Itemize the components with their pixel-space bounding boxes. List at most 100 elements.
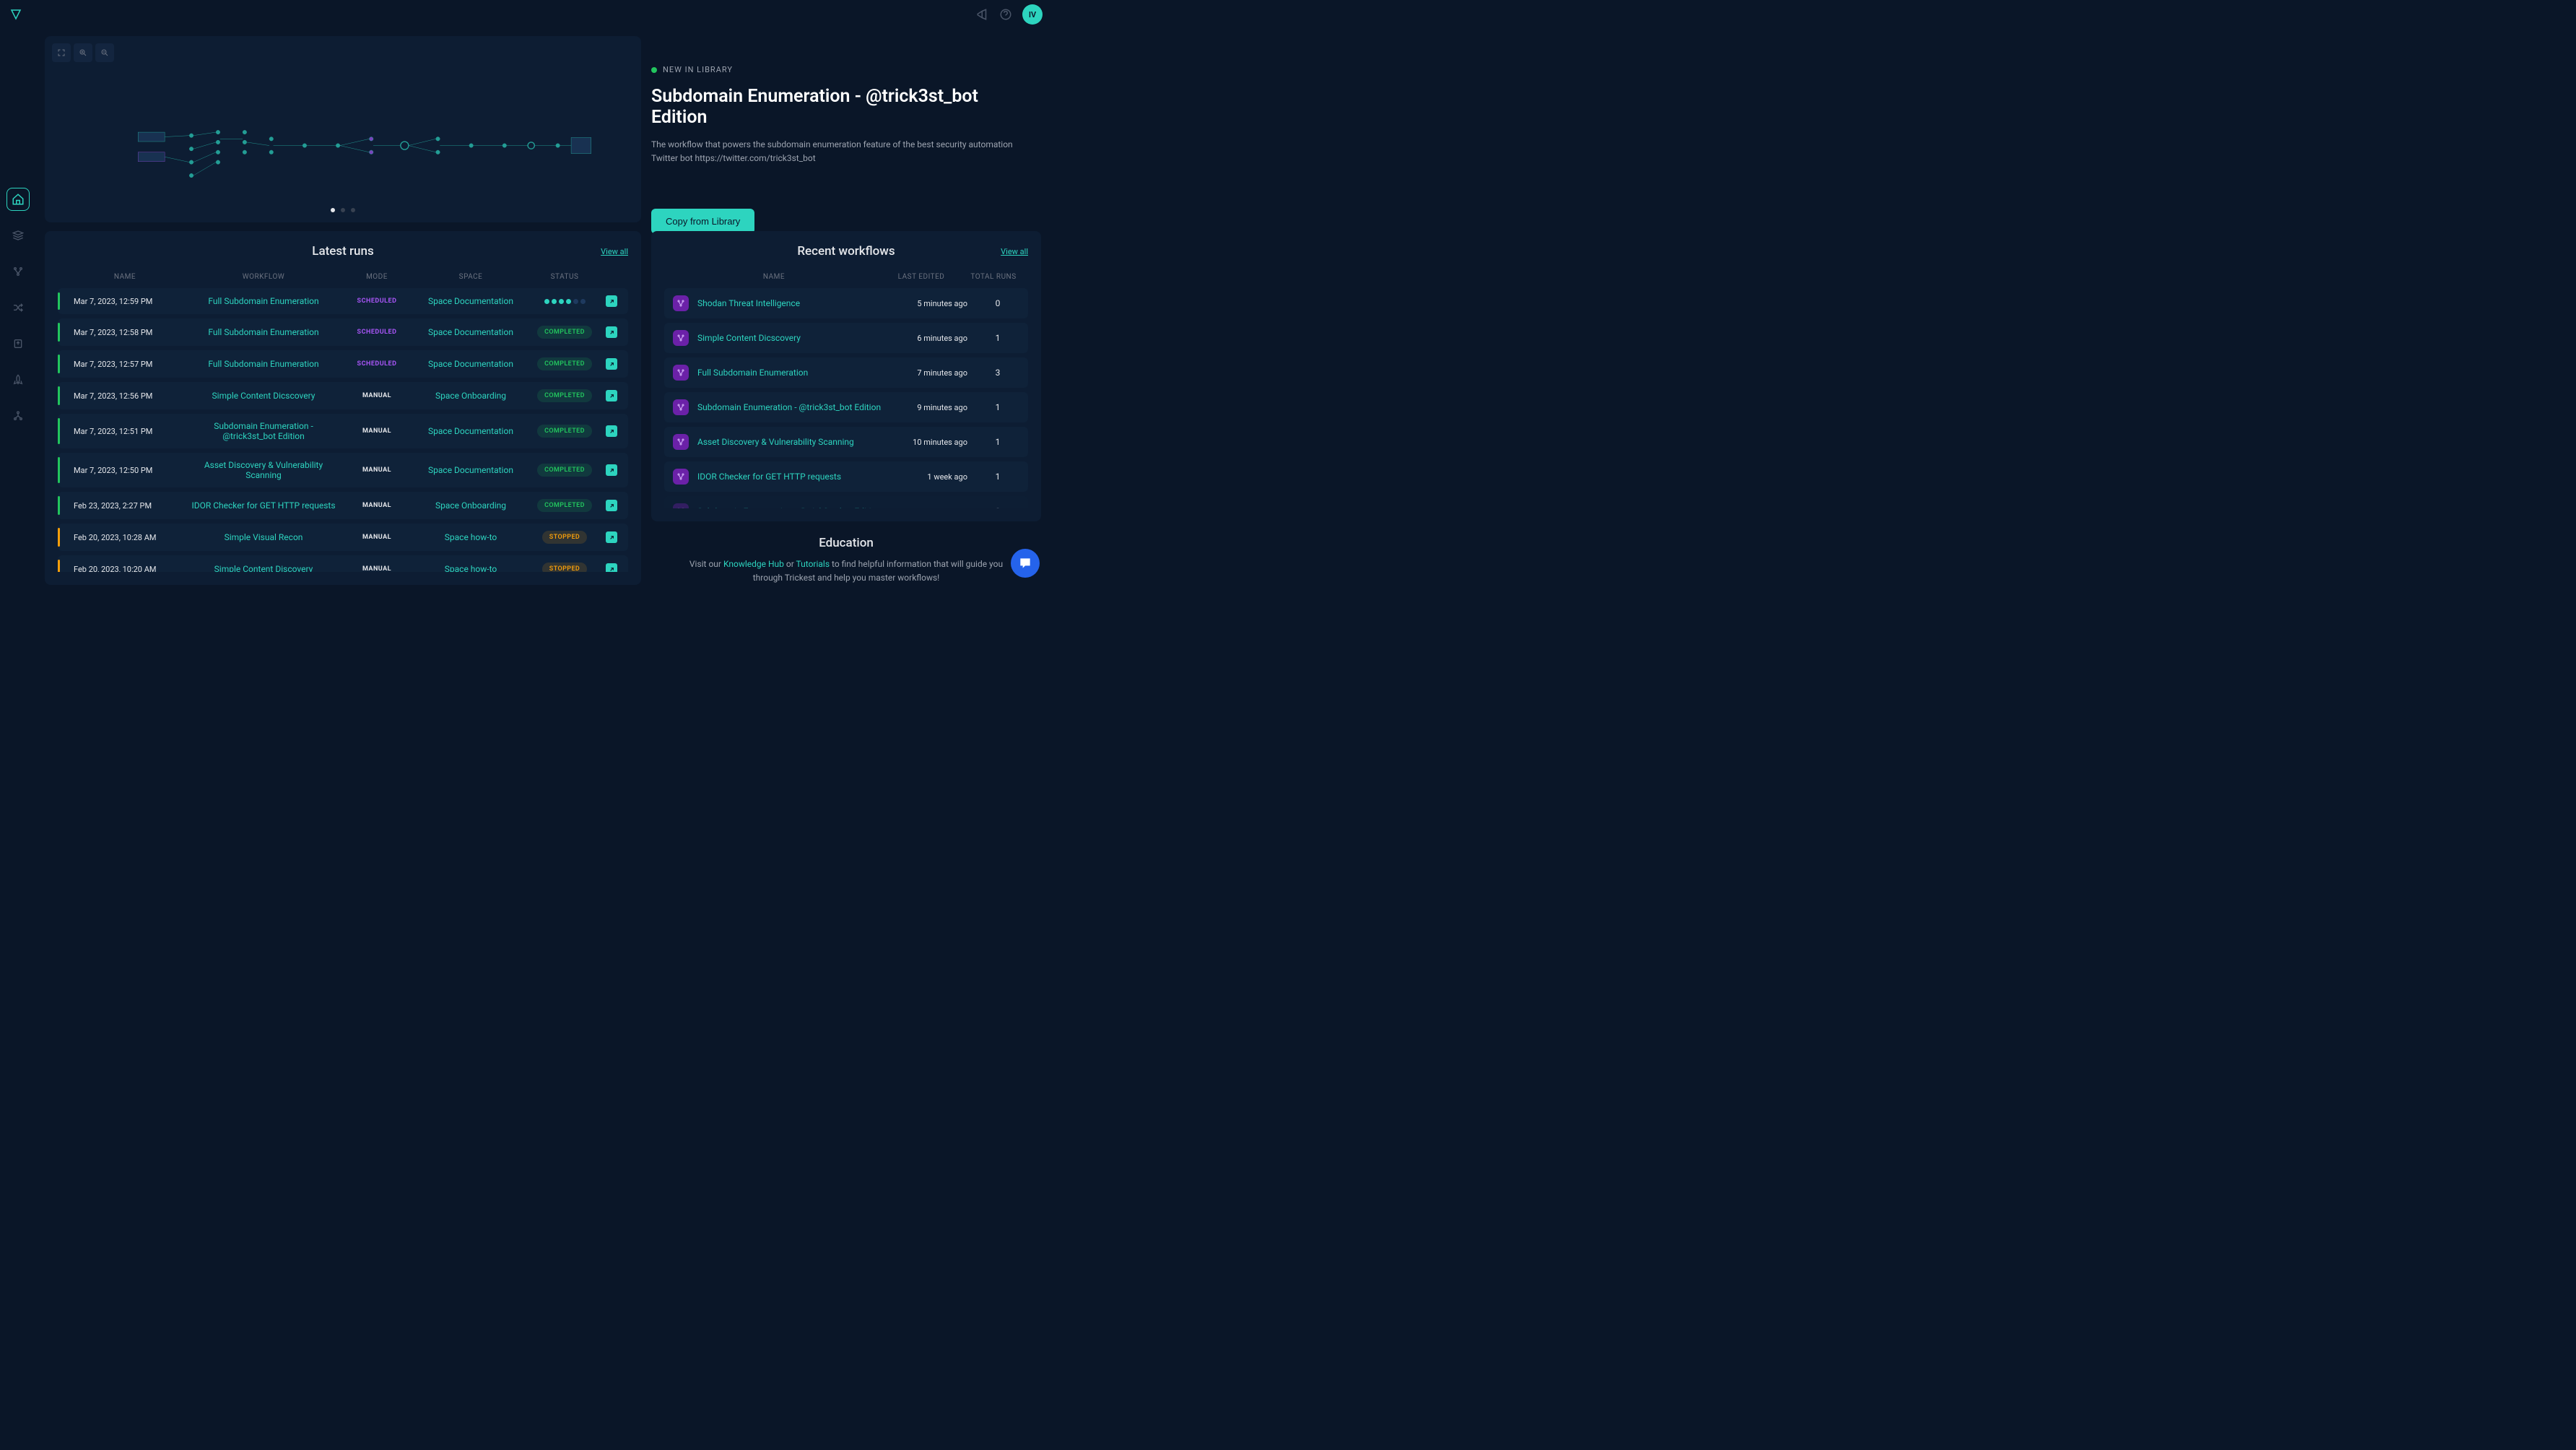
runs-table-header: NAME WORKFLOW MODE SPACE STATUS [58,269,628,285]
open-run-icon[interactable] [606,464,617,476]
workflow-total-runs: 0 [976,506,1019,508]
workflow-last-edited: 1 week ago [889,507,976,508]
workflow-total-runs: 0 [976,298,1019,308]
run-workflow-link[interactable]: Full Subdomain Enumeration [186,359,341,369]
run-space-link[interactable]: Space Documentation [413,327,528,337]
sidebar-spaces[interactable] [6,224,30,247]
table-row: Feb 20, 2023, 10:20 AMSimple Content Dis… [58,555,628,572]
status-badge: COMPLETED [537,389,592,402]
workflow-total-runs: 1 [976,402,1019,412]
open-run-icon[interactable] [606,358,617,370]
run-space-link[interactable]: Space Documentation [413,359,528,369]
sidebar-workflows[interactable] [6,260,30,283]
chat-bubble-icon[interactable] [1011,549,1040,578]
avatar[interactable]: IV [1022,4,1043,25]
status-badge: STOPPED [542,563,587,572]
zoom-out-icon[interactable] [95,43,114,62]
sidebar [0,29,36,589]
education-text: Visit our Knowledge Hub or Tutorials to … [680,557,1012,585]
workflow-total-runs: 1 [976,437,1019,447]
col-mode: MODE [341,273,413,281]
workflow-name-link[interactable]: Full Subdomain Enumeration [697,368,889,378]
status-badge: STOPPED [542,531,587,544]
run-space-link[interactable]: Space Documentation [413,465,528,475]
open-run-icon[interactable] [606,563,617,572]
table-row: Mar 7, 2023, 12:51 PMSubdomain Enumerati… [58,414,628,448]
open-run-icon[interactable] [606,500,617,511]
workflow-name-link[interactable]: IDOR Checker for GET HTTP requests [697,472,889,482]
carousel-dot-1[interactable] [331,208,335,212]
workflow-icon [673,330,689,346]
row-stripe [58,496,60,515]
run-mode: MANUAL [341,427,413,435]
workflow-last-edited: 1 week ago [889,472,976,482]
run-space-link[interactable]: Space Onboarding [413,500,528,511]
knowledge-hub-link[interactable]: Knowledge Hub [723,559,784,569]
open-run-icon[interactable] [606,425,617,437]
fullscreen-icon[interactable] [52,43,71,62]
run-workflow-link[interactable]: Full Subdomain Enumeration [186,327,341,337]
workflow-icon [673,365,689,381]
col-name: NAME [64,273,186,281]
run-mode: MANUAL [341,534,413,541]
table-row: Mar 7, 2023, 12:58 PMFull Subdomain Enum… [58,318,628,346]
sidebar-export[interactable] [6,332,30,355]
workflow-name-link[interactable]: Asset Discovery & Vulnerability Scanning [697,437,889,447]
latest-runs-view-all[interactable]: View all [601,247,628,256]
workflow-icon [673,434,689,450]
workflow-name-link[interactable]: Subdomain Enumeration - @trick3st_bot Ed… [697,506,889,508]
run-workflow-link[interactable]: Simple Content Dicscovery [186,391,341,401]
recent-workflows-view-all[interactable]: View all [1001,247,1028,256]
wf-col-name: NAME [670,273,878,281]
sidebar-launch[interactable] [6,368,30,391]
new-badge: NEW IN LIBRARY [651,65,1027,74]
workflow-icon [673,503,689,508]
run-workflow-link[interactable]: Subdomain Enumeration - @trick3st_bot Ed… [186,421,341,441]
run-workflow-link[interactable]: Simple Content Discovery [186,564,341,572]
open-run-icon[interactable] [606,295,617,307]
zoom-in-icon[interactable] [74,43,92,62]
table-row: Asset Discovery & Vulnerability Scanning… [664,427,1028,457]
education-section: Education Visit our Knowledge Hub or Tut… [651,530,1041,585]
topbar: IV [0,0,1051,29]
run-time: Mar 7, 2023, 12:58 PM [64,328,186,337]
workflow-name-link[interactable]: Shodan Threat Intelligence [697,298,889,308]
latest-runs-panel: Latest runs View all NAME WORKFLOW MODE … [45,231,641,585]
tutorials-link[interactable]: Tutorials [796,559,830,569]
run-workflow-link[interactable]: Full Subdomain Enumeration [186,296,341,306]
sidebar-shuffle[interactable] [6,296,30,319]
workflow-last-edited: 5 minutes ago [889,299,976,308]
app-logo[interactable] [9,7,23,22]
run-space-link[interactable]: Space Onboarding [413,391,528,401]
run-space-link[interactable]: Space Documentation [413,296,528,306]
run-space-link[interactable]: Space how-to [413,532,528,542]
hero-info: NEW IN LIBRARY Subdomain Enumeration - @… [651,36,1041,222]
sidebar-nodes[interactable] [6,404,30,427]
run-workflow-link[interactable]: IDOR Checker for GET HTTP requests [186,500,341,511]
announcement-icon[interactable] [976,8,989,21]
table-row: Mar 7, 2023, 12:56 PMSimple Content Dics… [58,382,628,409]
runs-table-body: Mar 7, 2023, 12:59 PMFull Subdomain Enum… [58,288,628,572]
table-row: Feb 20, 2023, 10:28 AMSimple Visual Reco… [58,524,628,551]
run-space-link[interactable]: Space how-to [413,564,528,572]
col-space: SPACE [413,273,528,281]
open-run-icon[interactable] [606,326,617,338]
workflows-table-header: NAME LAST EDITED TOTAL RUNS [664,269,1028,285]
workflow-icon [673,469,689,485]
run-space-link[interactable]: Space Documentation [413,426,528,436]
workflow-preview [45,36,641,222]
open-run-icon[interactable] [606,390,617,401]
table-row: Mar 7, 2023, 12:57 PMFull Subdomain Enum… [58,350,628,378]
sidebar-home[interactable] [6,188,30,211]
workflow-name-link[interactable]: Subdomain Enumeration - @trick3st_bot Ed… [697,402,889,412]
open-run-icon[interactable] [606,531,617,543]
run-workflow-link[interactable]: Asset Discovery & Vulnerability Scanning [186,460,341,480]
run-time: Mar 7, 2023, 12:56 PM [64,391,186,401]
carousel-dot-3[interactable] [351,208,355,212]
run-workflow-link[interactable]: Simple Visual Recon [186,532,341,542]
workflow-icon [673,399,689,415]
recent-workflows-title: Recent workflows [664,244,1028,259]
workflow-name-link[interactable]: Simple Content Dicscovery [697,333,889,343]
help-icon[interactable] [999,8,1012,21]
carousel-dot-2[interactable] [341,208,345,212]
